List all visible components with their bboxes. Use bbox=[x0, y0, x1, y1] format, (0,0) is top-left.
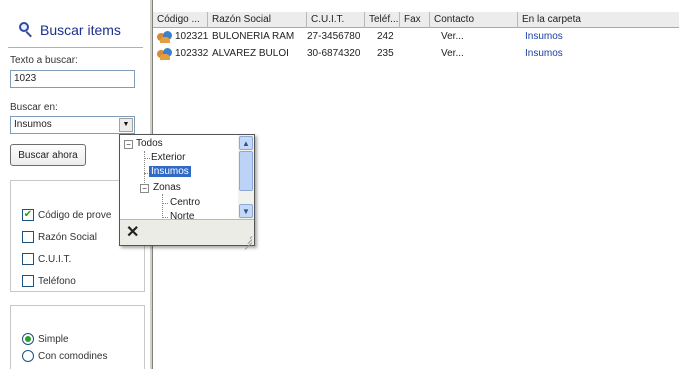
cell-cuit: 27-3456780 bbox=[307, 31, 361, 42]
column-header-fax[interactable]: Fax bbox=[400, 12, 430, 28]
column-header-razon[interactable]: Razón Social bbox=[208, 12, 307, 28]
cell-telefono: 235 bbox=[377, 48, 394, 59]
search-in-combo[interactable]: Insumos ▼ bbox=[10, 116, 135, 134]
tree-scrollbar[interactable]: ▲ ▼ bbox=[238, 135, 254, 219]
field-option-telefono[interactable]: Teléfono bbox=[22, 275, 76, 287]
tree-guide bbox=[162, 194, 163, 219]
tree-node-centro[interactable]: Centro bbox=[170, 197, 200, 208]
column-header-cuit[interactable]: C.U.I.T. bbox=[307, 12, 365, 28]
table-row[interactable]: 102332 ALVAREZ BULOI 30-6874320 235 Ver.… bbox=[153, 47, 679, 61]
column-header-contacto[interactable]: Contacto bbox=[430, 12, 518, 28]
cell-carpeta[interactable]: Insumos bbox=[521, 30, 671, 44]
checkbox-checked-icon[interactable]: ✔ bbox=[22, 209, 34, 221]
cell-razon: BULONERIA RAM bbox=[212, 31, 295, 42]
list-header: Código ... Razón Social C.U.I.T. Teléf..… bbox=[153, 12, 679, 28]
search-now-button[interactable]: Buscar ahora bbox=[10, 144, 86, 166]
search-text-label: Texto a buscar: bbox=[10, 55, 78, 66]
radio-selected-icon[interactable] bbox=[22, 333, 34, 345]
table-row[interactable]: 102321 BULONERIA RAM 27-3456780 242 Ver.… bbox=[153, 30, 679, 44]
tree-guide bbox=[162, 217, 168, 218]
search-text-input[interactable]: 1023 bbox=[10, 70, 135, 88]
tree-node-norte[interactable]: Norte bbox=[170, 211, 194, 219]
magnifier-icon bbox=[18, 22, 34, 38]
panel-title: Buscar items bbox=[18, 22, 121, 38]
column-header-carpeta[interactable]: En la carpeta bbox=[518, 12, 679, 28]
field-option-razon[interactable]: Razón Social bbox=[22, 231, 97, 243]
collapse-icon[interactable]: − bbox=[140, 184, 149, 193]
checkbox-icon[interactable] bbox=[22, 253, 34, 265]
close-icon[interactable]: ✕ bbox=[126, 222, 139, 242]
combo-arrow-icon[interactable]: ▼ bbox=[119, 118, 133, 132]
cell-cuit: 30-6874320 bbox=[307, 48, 361, 59]
field-option-label: Código de prove bbox=[38, 209, 112, 221]
tree-guide bbox=[162, 203, 168, 204]
field-option-label: Teléfono bbox=[38, 275, 76, 287]
cell-contacto[interactable]: Ver... bbox=[437, 47, 517, 61]
folder-tree-popup[interactable]: − Todos Exterior Insumos − Zonas Centro … bbox=[119, 134, 255, 250]
scroll-thumb[interactable] bbox=[239, 151, 253, 191]
cell-razon: ALVAREZ BULOI bbox=[212, 48, 289, 59]
column-header-codigo[interactable]: Código ... bbox=[153, 12, 208, 28]
cell-contacto[interactable]: Ver... bbox=[437, 30, 517, 44]
tree-guide bbox=[144, 158, 150, 159]
mode-option-comodines[interactable]: Con comodines bbox=[22, 350, 107, 362]
cell-fax bbox=[400, 30, 430, 44]
resize-grip-icon[interactable] bbox=[242, 233, 253, 250]
field-option-cuit[interactable]: C.U.I.T. bbox=[22, 253, 71, 265]
panel-title-text: Buscar items bbox=[40, 22, 121, 38]
tree-node-zonas[interactable]: Zonas bbox=[153, 182, 181, 193]
field-option-label: Razón Social bbox=[38, 231, 97, 243]
scroll-down-icon[interactable]: ▼ bbox=[239, 204, 253, 218]
cell-fax bbox=[400, 47, 430, 61]
cell-codigo: 102332 bbox=[175, 48, 208, 59]
cell-telefono: 242 bbox=[377, 31, 394, 42]
popup-footer: ✕ bbox=[120, 219, 254, 250]
collapse-icon[interactable]: − bbox=[124, 140, 133, 149]
checkbox-icon[interactable] bbox=[22, 275, 34, 287]
column-header-telefono[interactable]: Teléf... bbox=[365, 12, 400, 28]
mode-option-label: Con comodines bbox=[38, 350, 108, 362]
field-option-codigo[interactable]: ✔ Código de prove bbox=[22, 209, 111, 221]
cell-codigo: 102321 bbox=[175, 31, 208, 42]
checkbox-icon[interactable] bbox=[22, 231, 34, 243]
search-in-label: Buscar en: bbox=[10, 102, 58, 113]
radio-icon[interactable] bbox=[22, 350, 34, 362]
search-in-value: Insumos bbox=[14, 119, 52, 130]
mode-option-simple[interactable]: Simple bbox=[22, 333, 69, 345]
field-option-label: C.U.I.T. bbox=[38, 253, 72, 265]
scroll-up-icon[interactable]: ▲ bbox=[239, 136, 253, 150]
title-divider bbox=[8, 47, 143, 48]
tree-node-exterior[interactable]: Exterior bbox=[151, 152, 185, 163]
folder-tree[interactable]: − Todos Exterior Insumos − Zonas Centro … bbox=[120, 135, 238, 219]
cell-carpeta[interactable]: Insumos bbox=[521, 47, 671, 61]
tree-node-root[interactable]: Todos bbox=[136, 138, 163, 149]
tree-node-insumos[interactable]: Insumos bbox=[149, 166, 191, 177]
mode-option-label: Simple bbox=[38, 333, 69, 345]
